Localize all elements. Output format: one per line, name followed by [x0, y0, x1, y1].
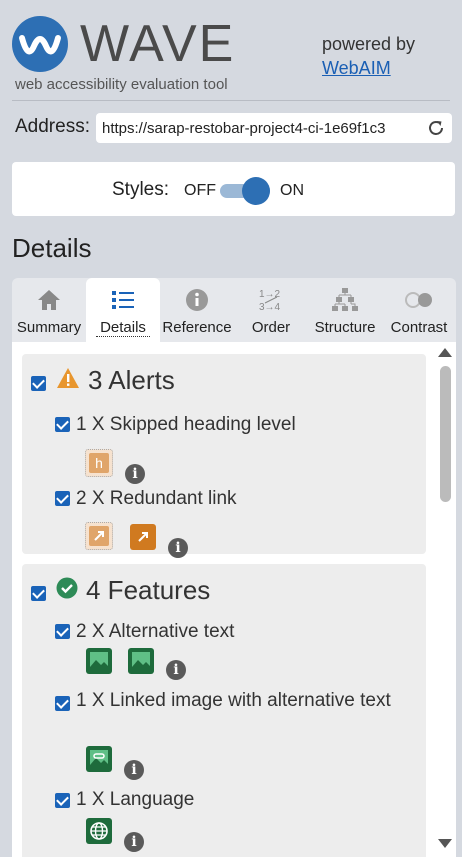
language-globe-icon[interactable]: [86, 818, 112, 844]
info-icon[interactable]: i: [125, 464, 145, 484]
tab-label: Details: [96, 319, 150, 337]
redundant-link-icon[interactable]: [85, 522, 113, 550]
contrast-icon: [405, 292, 432, 308]
feature-item-checkbox[interactable]: [55, 624, 70, 639]
details-content: 3 Alerts 1 X Skipped heading level h i 2…: [12, 342, 456, 857]
order-icon: 1→23→4: [259, 289, 281, 313]
styles-label: Styles:: [112, 179, 170, 200]
svg-text:3→4: 3→4: [259, 302, 281, 313]
header: WAVE web accessibility evaluation tool p…: [0, 0, 462, 100]
alert-warning-icon: [57, 368, 79, 388]
alerts-checkbox[interactable]: [31, 376, 46, 391]
info-icon[interactable]: i: [124, 832, 144, 852]
tab-summary[interactable]: Summary: [12, 278, 86, 342]
styles-panel: Styles: OFF ON: [12, 162, 455, 216]
reload-icon[interactable]: [426, 118, 446, 138]
tab-label: Summary: [16, 319, 82, 336]
alerts-title: 3 Alerts: [88, 365, 175, 395]
info-icon[interactable]: i: [168, 538, 188, 558]
tab-structure[interactable]: Structure: [308, 278, 382, 342]
address-bar: [96, 113, 452, 143]
tab-label: Structure: [314, 319, 376, 336]
alternative-text-icon[interactable]: [128, 648, 154, 674]
info-icon[interactable]: i: [166, 660, 186, 680]
feature-item-language[interactable]: 1 X Language: [76, 786, 194, 813]
tab-contrast[interactable]: Contrast: [382, 278, 456, 342]
feature-check-icon: [56, 577, 78, 599]
scrollbar-thumb[interactable]: [440, 366, 451, 502]
divider: [12, 100, 450, 101]
tab-label: Reference: [162, 319, 232, 336]
address-input[interactable]: [102, 113, 424, 143]
alerts-group: 3 Alerts 1 X Skipped heading level h i 2…: [22, 354, 426, 558]
alert-item-checkbox[interactable]: [55, 491, 70, 506]
powered-by-label: powered by: [322, 34, 416, 54]
skipped-heading-icon[interactable]: h: [85, 449, 113, 477]
details-heading: Details: [12, 233, 92, 263]
list-icon: [112, 291, 134, 309]
scroll-down-arrow[interactable]: [438, 839, 452, 848]
alert-item-redundant-link[interactable]: 2 X Redundant link: [76, 485, 237, 512]
structure-icon: [332, 288, 358, 311]
details-panel: Summary Details Reference 1→2 3→4 Order S…: [12, 278, 456, 857]
tab-order[interactable]: 1→2 3→4 Order: [234, 278, 308, 342]
logo-text: WAVE: [80, 15, 236, 73]
home-icon: [38, 290, 60, 310]
svg-text:1→2: 1→2: [259, 289, 281, 300]
alert-item-checkbox[interactable]: [55, 417, 70, 432]
styles-on-label: ON: [280, 182, 304, 199]
feature-item-linked-image[interactable]: 1 X Linked image with alternative text: [52, 687, 412, 714]
scroll-up-arrow[interactable]: [438, 348, 452, 357]
feature-item-alternative-text[interactable]: 2 X Alternative text: [76, 618, 234, 645]
tab-details[interactable]: Details: [86, 278, 160, 342]
feature-item-checkbox[interactable]: [55, 793, 70, 808]
features-title: 4 Features: [86, 575, 211, 605]
info-icon: [186, 289, 208, 311]
info-icon[interactable]: i: [124, 760, 144, 780]
features-checkbox[interactable]: [31, 586, 46, 601]
styles-off-label: OFF: [184, 182, 216, 199]
tagline: web accessibility evaluation tool: [15, 76, 228, 93]
redundant-link-icon[interactable]: [130, 524, 156, 550]
alternative-text-icon[interactable]: [86, 648, 112, 674]
address-label: Address:: [15, 116, 90, 137]
tab-bar: Summary Details Reference 1→2 3→4 Order S…: [12, 278, 456, 342]
styles-toggle[interactable]: [242, 177, 270, 205]
wave-logo-icon: [12, 16, 68, 72]
tab-reference[interactable]: Reference: [160, 278, 234, 342]
linked-image-icon[interactable]: [86, 746, 112, 772]
tab-label: Contrast: [390, 319, 448, 336]
tab-label: Order: [251, 319, 291, 336]
alert-item-skipped-heading[interactable]: 1 X Skipped heading level: [76, 411, 296, 438]
features-group: 4 Features 2 X Alternative text i 1 X Li…: [22, 564, 426, 857]
webaim-link[interactable]: WebAIM: [322, 58, 391, 79]
